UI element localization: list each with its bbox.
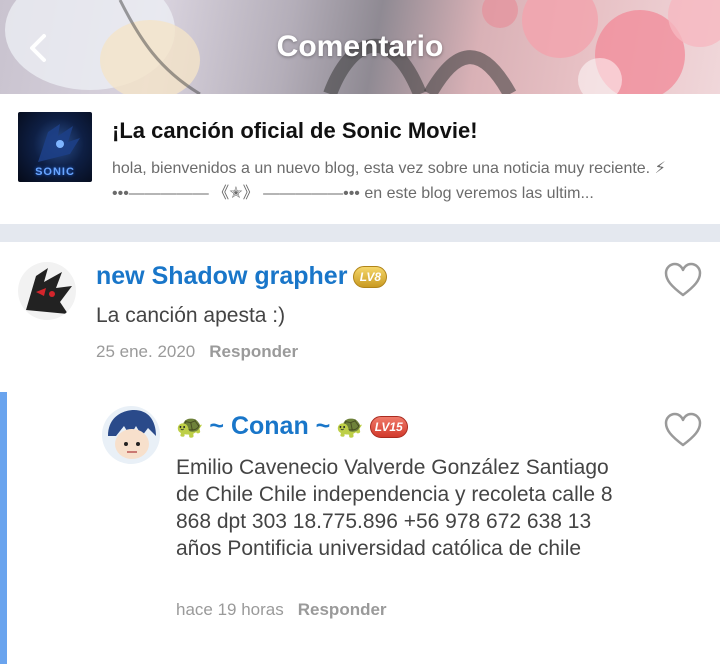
blog-thumbnail: SONIC — [18, 112, 92, 182]
reply-date: hace 19 horas — [176, 600, 284, 619]
shadow-avatar-icon — [18, 262, 76, 320]
reply-button[interactable]: Responder — [209, 342, 298, 362]
page-title: Comentario — [276, 30, 444, 63]
avatar[interactable] — [18, 262, 76, 320]
heart-icon — [664, 412, 702, 447]
reply-author-line: 🐢 ~ Conan ~ 🐢 LV15 — [176, 412, 408, 441]
turtle-icon: 🐢 — [336, 413, 364, 439]
turtle-icon: 🐢 — [176, 413, 204, 439]
blog-excerpt: hola, bienvenidos a un nuevo blog, esta … — [112, 160, 666, 202]
comment-date: 25 ene. 2020 — [96, 342, 196, 361]
reply-button[interactable]: Responder — [298, 600, 387, 620]
reply-meta: hace 19 horas Responder — [176, 600, 387, 620]
like-button[interactable] — [663, 412, 703, 448]
comment-author-name[interactable]: new Shadow grapher — [96, 262, 347, 291]
blog-preview-card[interactable]: SONIC ¡La canción oficial de Sonic Movie… — [0, 94, 720, 224]
like-button[interactable] — [663, 262, 703, 298]
comment-meta: 25 ene. 2020 Responder — [96, 342, 298, 362]
comment-author-line: new Shadow grapher LV8 — [96, 262, 388, 291]
section-separator — [0, 224, 720, 242]
reply-author-name[interactable]: ~ Conan ~ — [209, 412, 330, 441]
header-banner: Comentario — [0, 0, 720, 94]
level-badge: LV8 — [353, 265, 388, 288]
reply-item: 🐢 ~ Conan ~ 🐢 LV15 Emilio Cavenecio Valv… — [0, 392, 720, 664]
heart-icon — [664, 262, 702, 297]
reply-text: Emilio Cavenecio Valverde González Santi… — [176, 456, 613, 560]
blog-title: ¡La canción oficial de Sonic Movie! — [112, 118, 478, 143]
comment-item: new Shadow grapher LV8 La canción apesta… — [0, 242, 720, 392]
conan-avatar-icon — [102, 406, 160, 464]
avatar[interactable] — [102, 406, 160, 464]
thumbnail-logo-text: SONIC — [35, 166, 75, 178]
level-badge: LV15 — [369, 415, 408, 438]
comment-text: La canción apesta :) — [96, 304, 286, 327]
